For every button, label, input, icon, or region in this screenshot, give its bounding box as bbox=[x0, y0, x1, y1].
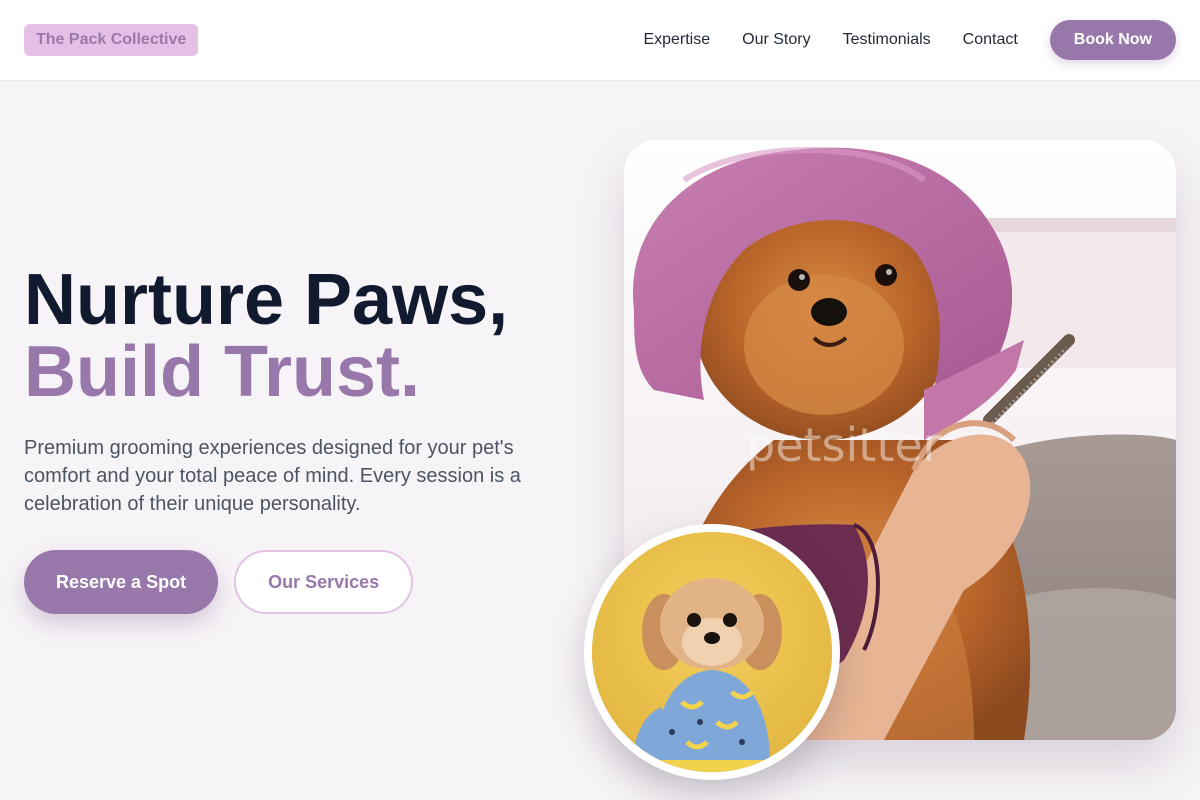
nav-link-expertise[interactable]: Expertise bbox=[643, 31, 710, 49]
site-header: The Pack Collective Expertise Our Story … bbox=[0, 0, 1200, 81]
brand-logo[interactable]: The Pack Collective bbox=[24, 24, 199, 56]
nav-link-contact[interactable]: Contact bbox=[963, 31, 1018, 49]
book-now-button[interactable]: Book Now bbox=[1049, 20, 1176, 60]
hero-title: Nurture Paws, Build Trust. bbox=[24, 264, 508, 408]
main-nav: Expertise Our Story Testimonials Contact… bbox=[643, 20, 1176, 60]
hero-description: Premium grooming experiences designed fo… bbox=[24, 437, 521, 515]
hero-title-line-2: Build Trust. bbox=[24, 332, 420, 412]
nav-link-our-story[interactable]: Our Story bbox=[742, 31, 810, 49]
nav-link-testimonials[interactable]: Testimonials bbox=[843, 31, 931, 49]
hero-inset-photo bbox=[584, 524, 840, 780]
inset-photo-frame bbox=[592, 532, 832, 772]
hero-cta-row: Reserve a Spot Our Services bbox=[24, 550, 414, 614]
reserve-spot-button[interactable]: Reserve a Spot bbox=[24, 550, 219, 614]
our-services-button[interactable]: Our Services bbox=[234, 550, 414, 614]
small-dog-illustration bbox=[592, 532, 832, 772]
hero-title-line-1: Nurture Paws, bbox=[24, 260, 509, 340]
